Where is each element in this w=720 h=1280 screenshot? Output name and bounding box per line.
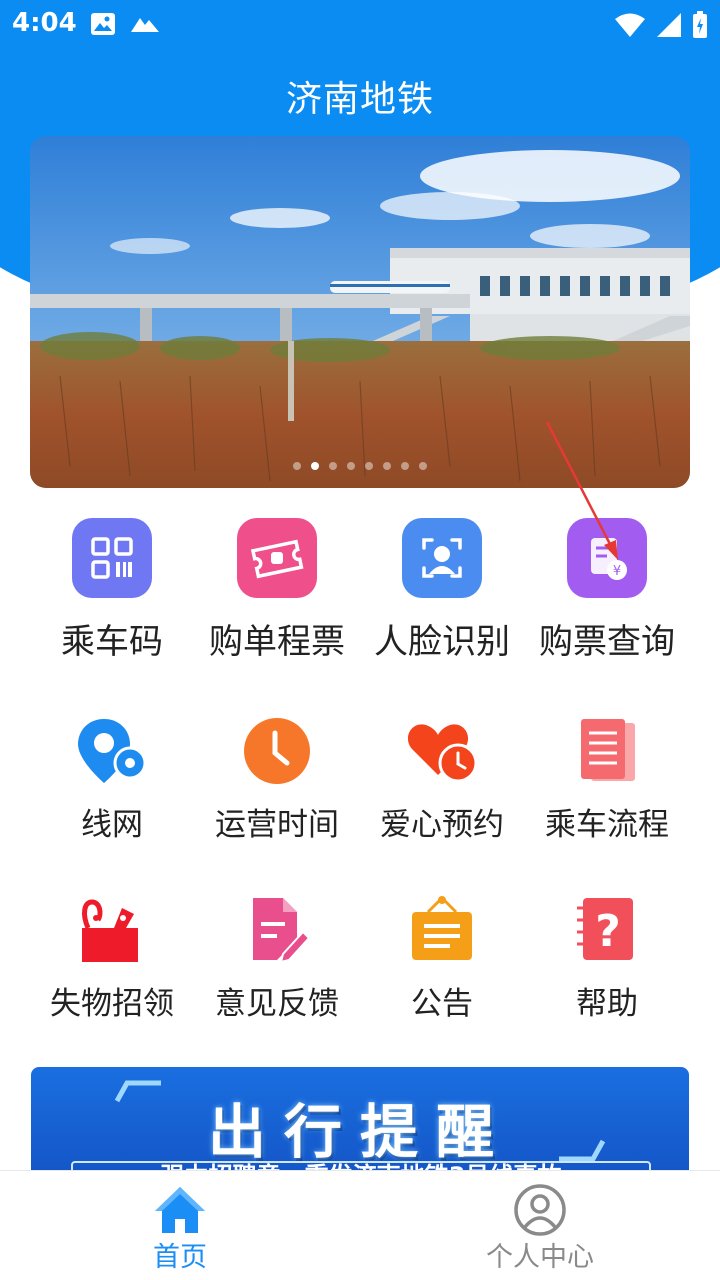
- lost-found-button[interactable]: 失物招领: [22, 896, 202, 1036]
- nav-profile-label: 个人中心: [486, 1242, 594, 1273]
- feedback-label: 意见反馈: [215, 986, 339, 1022]
- user-circle-icon: [514, 1184, 566, 1236]
- notice-button[interactable]: 公告: [352, 896, 532, 1036]
- map-pin-icon: [74, 717, 150, 793]
- promo-title: 出行提醒: [207, 1098, 512, 1166]
- bottom-navigation: 首页 个人中心: [0, 1170, 720, 1280]
- operating-hours-label: 运营时间: [215, 807, 339, 843]
- svg-text:?: ?: [595, 906, 621, 957]
- lost-found-label: 失物招领: [50, 986, 174, 1022]
- home-icon: [155, 1187, 205, 1233]
- travel-reminder-banner[interactable]: 出行提醒 强力招聘意，重发济南地铁3号线事故: [31, 1067, 689, 1173]
- line-network-button[interactable]: 线网: [22, 717, 202, 857]
- ride-process-button[interactable]: 乘车流程: [517, 717, 697, 857]
- feedback-button[interactable]: 意见反馈: [187, 896, 367, 1036]
- operating-hours-button[interactable]: 运营时间: [187, 717, 367, 857]
- ride-process-label: 乘车流程: [545, 807, 669, 843]
- notice-board-icon: [404, 896, 480, 972]
- nav-home[interactable]: 首页: [0, 1171, 360, 1280]
- feedback-edit-icon: [239, 896, 315, 972]
- care-booking-label: 爱心预约: [380, 807, 504, 843]
- help-label: 帮助: [576, 986, 638, 1022]
- document-list-icon: [569, 717, 645, 793]
- line-network-label: 线网: [81, 807, 143, 843]
- clock-icon: [239, 717, 315, 793]
- notice-label: 公告: [411, 986, 473, 1022]
- services-row-2: 失物招领 意见反馈 公告 ? 帮助: [0, 896, 720, 1036]
- care-booking-button[interactable]: 爱心预约: [352, 717, 532, 857]
- services-row-1: 线网 运营时间 爱心预约 乘车流程: [0, 717, 720, 857]
- nav-home-label: 首页: [153, 1242, 207, 1273]
- nav-profile[interactable]: 个人中心: [360, 1171, 720, 1280]
- heart-clock-icon: [404, 717, 480, 793]
- help-notebook-icon: ?: [569, 896, 645, 972]
- lost-found-bag-icon: [74, 896, 150, 972]
- app-screen: 4:04 济南地铁 乘车码 购单程票 人脸识别 ¥ 购票查询 线网 运营时间 爱…: [0, 0, 720, 1280]
- help-button[interactable]: ? 帮助: [517, 896, 697, 1036]
